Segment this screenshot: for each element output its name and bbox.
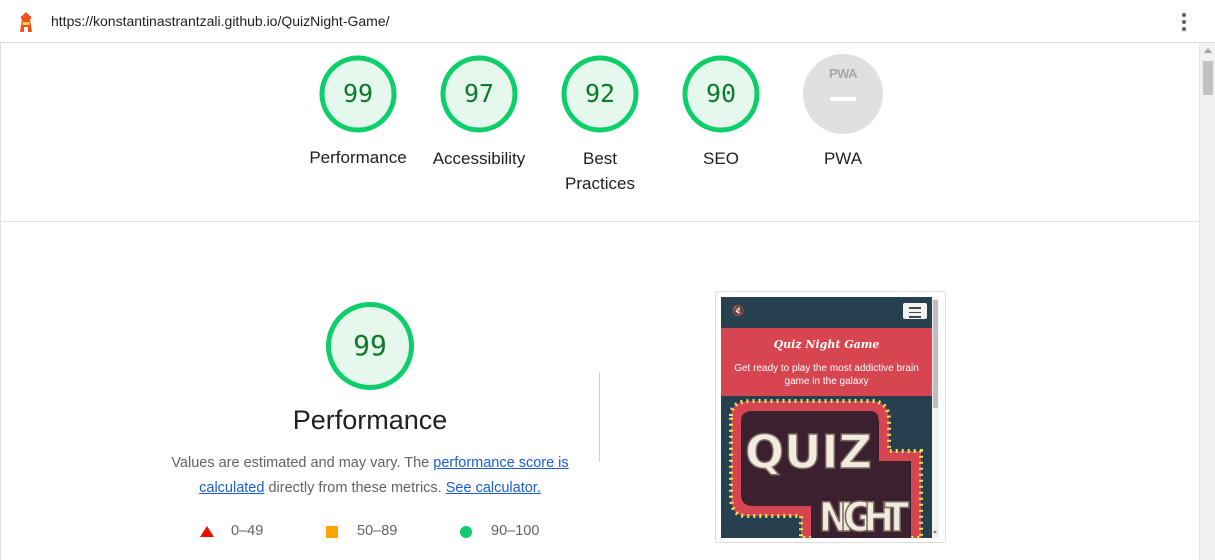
gauge-seo[interactable]: 90 SEO <box>666 54 776 171</box>
orange-square-icon <box>326 526 338 538</box>
legend-range: 0–49 <box>231 523 264 539</box>
pwa-badge-icon: PWA <box>803 54 883 134</box>
hamburger-menu-icon <box>903 303 927 319</box>
kebab-menu-icon[interactable] <box>1176 11 1192 33</box>
pwa-badge-text: PWA <box>828 66 858 81</box>
screenshot-hero: Quiz Night Game Get ready to play the mo… <box>721 328 932 396</box>
legend-range: 90–100 <box>491 523 540 539</box>
performance-title: Performance <box>292 405 448 435</box>
gauge-label: Performance <box>309 148 407 167</box>
desc-text: Values are estimated and may vary. The <box>171 455 434 471</box>
section-divider <box>1 221 1199 222</box>
gauge-accessibility[interactable]: 97 Accessibility <box>424 54 534 171</box>
legend-range: 50–89 <box>357 523 398 539</box>
gauge-score: 92 <box>584 79 616 108</box>
gauge-score: 90 <box>705 79 737 108</box>
gauge-label: SEO <box>703 149 739 168</box>
gauge-best-practices[interactable]: 92 Best Practices <box>545 54 655 196</box>
gauge-score: 97 <box>463 79 495 108</box>
see-calculator-link[interactable]: See calculator. <box>446 480 541 496</box>
scroll-up-icon[interactable] <box>1204 48 1212 53</box>
screenshot-content: 🔇 Quiz Night Game Get ready to play the … <box>721 297 932 538</box>
page-scrollbar[interactable] <box>1199 43 1215 560</box>
scrollbar-thumb[interactable] <box>1203 61 1213 95</box>
na-dash <box>830 97 856 101</box>
gauge-performance[interactable]: 99 Performance <box>303 54 413 170</box>
gauge-label: Accessibility <box>432 149 526 168</box>
final-screenshot[interactable]: 🔇 Quiz Night Game Get ready to play the … <box>715 291 946 543</box>
performance-score: 99 <box>353 329 387 362</box>
logo-text-night: NIGHT <box>819 495 909 538</box>
gauge-label: Best Practices <box>565 149 635 193</box>
logo-text-quiz: QUIZ <box>745 425 872 479</box>
gauge-label: PWA <box>823 149 863 168</box>
red-triangle-icon <box>200 526 214 537</box>
screenshot-title: Quiz Night Game <box>773 338 880 351</box>
vertical-divider <box>599 372 600 462</box>
screenshot-scrollbar <box>932 297 939 538</box>
desc-text: directly from these metrics. <box>264 480 446 496</box>
scroll-down-icon <box>933 531 937 534</box>
quiz-night-logo: QUIZ NIGHT <box>721 396 932 538</box>
page-url[interactable]: https://konstantinastrantzali.github.io/… <box>51 13 390 29</box>
performance-description: Values are estimated and may vary. The p… <box>160 451 580 501</box>
report-left-border <box>0 43 1 560</box>
performance-gauge: 99 <box>324 300 416 392</box>
mute-icon: 🔇 <box>732 306 745 317</box>
screenshot-subtitle: Get ready to play the most addictive bra… <box>734 363 919 387</box>
lighthouse-icon <box>20 12 32 32</box>
gauge-pwa[interactable]: PWA PWA <box>788 54 898 171</box>
green-circle-icon <box>460 526 472 538</box>
gauge-score: 99 <box>342 79 374 108</box>
url-bar: https://konstantinastrantzali.github.io/… <box>0 0 1215 43</box>
